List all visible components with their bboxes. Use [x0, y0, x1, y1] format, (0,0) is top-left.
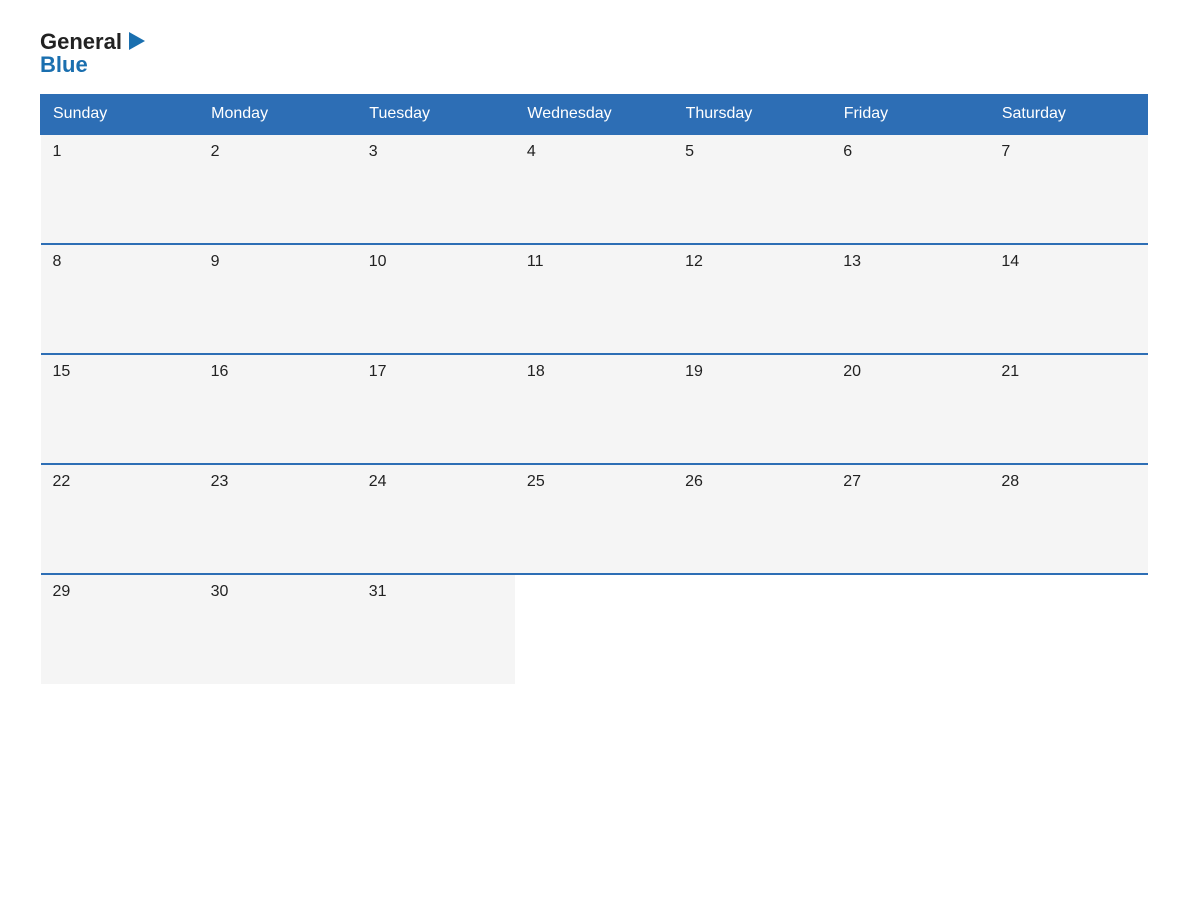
calendar-header: SundayMondayTuesdayWednesdayThursdayFrid…	[41, 95, 1148, 135]
day-number: 2	[211, 143, 220, 160]
calendar-cell: 13	[831, 244, 989, 354]
day-number: 11	[527, 253, 544, 270]
page-header: General Blue	[40, 30, 1148, 76]
day-number: 23	[211, 473, 229, 490]
calendar-cell: 28	[989, 464, 1147, 574]
day-header-thursday: Thursday	[673, 95, 831, 135]
day-number: 26	[685, 473, 703, 490]
day-number: 3	[369, 143, 378, 160]
calendar-cell: 18	[515, 354, 673, 464]
day-number: 27	[843, 473, 861, 490]
calendar-cell: 24	[357, 464, 515, 574]
calendar-cell: 3	[357, 134, 515, 244]
day-header-sunday: Sunday	[41, 95, 199, 135]
calendar-cell: 8	[41, 244, 199, 354]
calendar-cell: 7	[989, 134, 1147, 244]
calendar-cell: 19	[673, 354, 831, 464]
calendar-cell: 23	[199, 464, 357, 574]
day-number: 14	[1001, 253, 1019, 270]
day-number: 20	[843, 363, 861, 380]
calendar-cell: 6	[831, 134, 989, 244]
logo-general-text: General	[40, 31, 122, 53]
calendar-cell: 1	[41, 134, 199, 244]
calendar-cell: 21	[989, 354, 1147, 464]
calendar-cell	[515, 574, 673, 684]
calendar-cell: 12	[673, 244, 831, 354]
day-header-friday: Friday	[831, 95, 989, 135]
calendar-cell: 9	[199, 244, 357, 354]
calendar-cell: 25	[515, 464, 673, 574]
calendar-cell: 29	[41, 574, 199, 684]
calendar-cell: 20	[831, 354, 989, 464]
day-header-saturday: Saturday	[989, 95, 1147, 135]
calendar-cell: 4	[515, 134, 673, 244]
day-number: 24	[369, 473, 387, 490]
day-number: 25	[527, 473, 545, 490]
day-number: 6	[843, 143, 852, 160]
logo-blue-text: Blue	[40, 54, 88, 76]
day-number: 18	[527, 363, 545, 380]
day-number: 19	[685, 363, 703, 380]
day-number: 16	[211, 363, 229, 380]
calendar-cell: 15	[41, 354, 199, 464]
day-number: 12	[685, 253, 703, 270]
day-number: 9	[211, 253, 220, 270]
logo-arrow-icon	[125, 30, 147, 52]
day-header-monday: Monday	[199, 95, 357, 135]
week-row-2: 8 9 10 11 12 13 14	[41, 244, 1148, 354]
day-number: 31	[369, 583, 387, 600]
calendar-cell: 5	[673, 134, 831, 244]
day-number: 7	[1001, 143, 1010, 160]
day-number: 29	[53, 583, 71, 600]
calendar-cell: 2	[199, 134, 357, 244]
calendar-table: SundayMondayTuesdayWednesdayThursdayFrid…	[40, 94, 1148, 684]
calendar-cell: 30	[199, 574, 357, 684]
day-number: 30	[211, 583, 229, 600]
calendar-body: 1234567891011121314151617181920212223242…	[41, 134, 1148, 684]
day-number: 13	[843, 253, 861, 270]
day-number: 1	[53, 143, 62, 160]
day-header-wednesday: Wednesday	[515, 95, 673, 135]
logo: General Blue	[40, 30, 147, 76]
calendar-cell: 10	[357, 244, 515, 354]
calendar-cell	[673, 574, 831, 684]
calendar-cell	[989, 574, 1147, 684]
day-number: 5	[685, 143, 694, 160]
calendar-cell	[831, 574, 989, 684]
day-number: 8	[53, 253, 62, 270]
day-header-tuesday: Tuesday	[357, 95, 515, 135]
calendar-cell: 26	[673, 464, 831, 574]
calendar-cell: 17	[357, 354, 515, 464]
calendar-cell: 14	[989, 244, 1147, 354]
day-number: 21	[1001, 363, 1019, 380]
day-number: 10	[369, 253, 387, 270]
week-row-5: 29 30 31	[41, 574, 1148, 684]
day-number: 28	[1001, 473, 1019, 490]
week-row-4: 22 23 24 25 26 27 28	[41, 464, 1148, 574]
day-number: 4	[527, 143, 536, 160]
calendar-cell: 22	[41, 464, 199, 574]
week-row-3: 15 16 17 18 19 20 21	[41, 354, 1148, 464]
calendar-cell: 11	[515, 244, 673, 354]
day-number: 22	[53, 473, 71, 490]
day-number: 17	[369, 363, 387, 380]
week-row-1: 1 2 3 4 5 6 7	[41, 134, 1148, 244]
day-number: 15	[53, 363, 71, 380]
calendar-cell: 27	[831, 464, 989, 574]
calendar-cell: 16	[199, 354, 357, 464]
days-of-week-row: SundayMondayTuesdayWednesdayThursdayFrid…	[41, 95, 1148, 135]
calendar-cell: 31	[357, 574, 515, 684]
